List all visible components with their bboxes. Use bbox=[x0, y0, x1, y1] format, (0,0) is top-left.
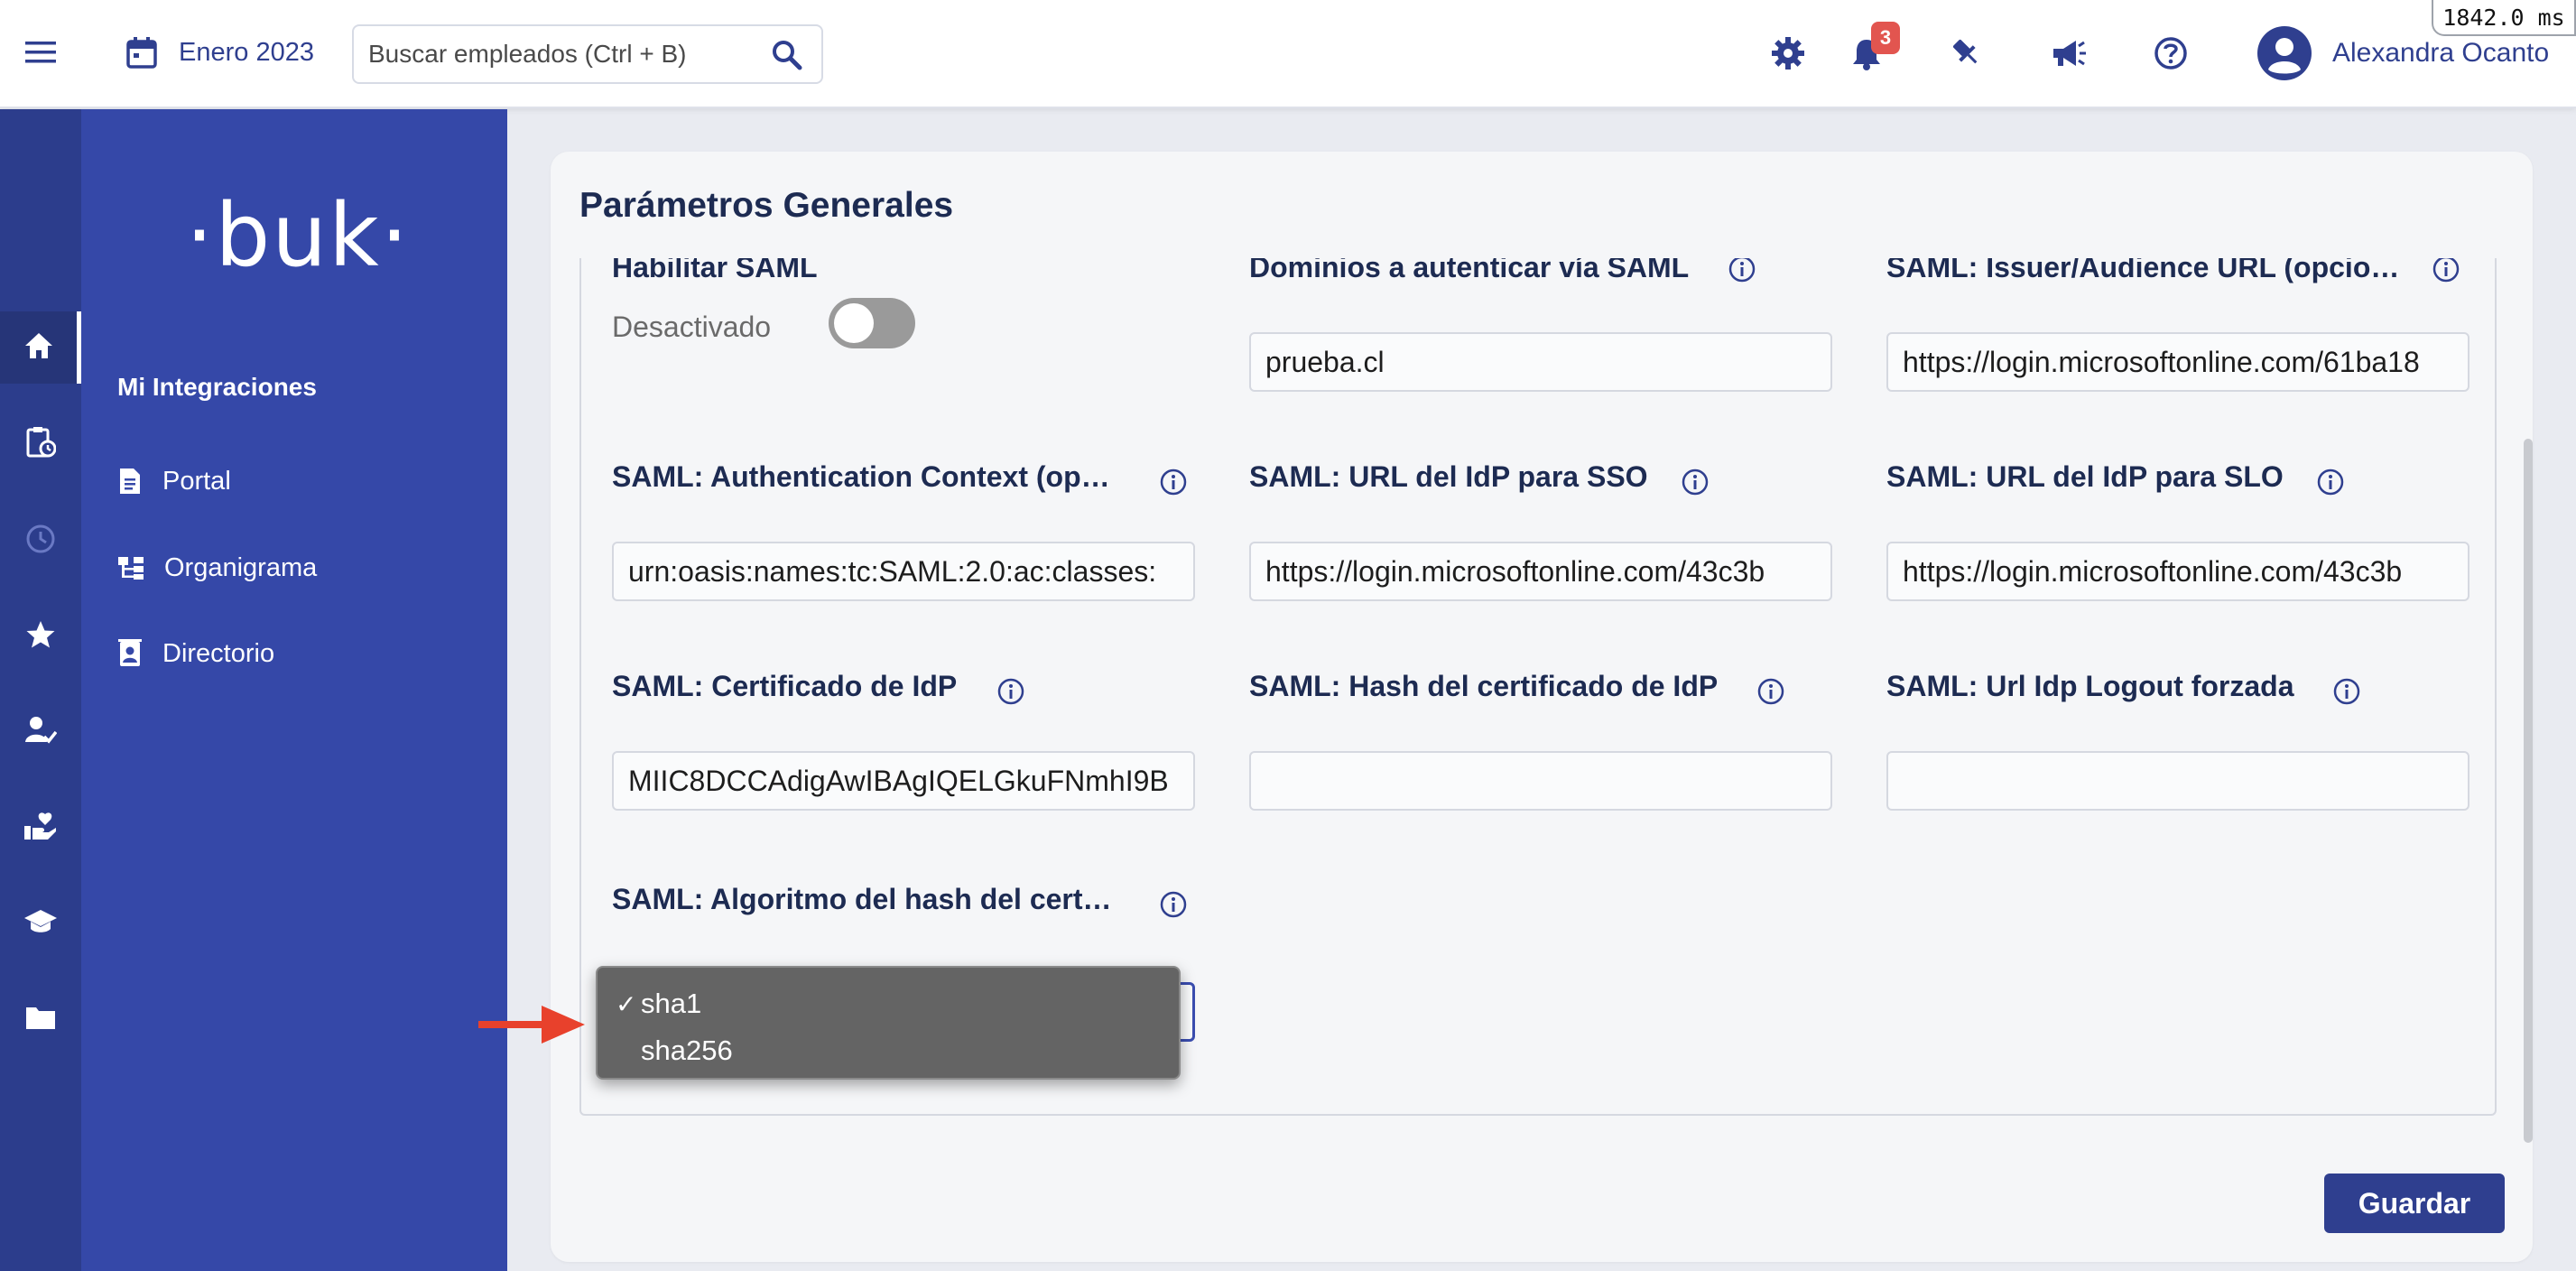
sidebar-item-portal[interactable]: Portal bbox=[117, 459, 231, 504]
field-label: SAML: URL del IdP para SSO bbox=[1249, 460, 1648, 493]
timing-readout: 1842.0 ms bbox=[2432, 0, 2576, 36]
document-icon bbox=[117, 468, 162, 495]
logout-url-field: SAML: Url Idp Logout forzada bbox=[1886, 670, 2469, 814]
enable-saml-field: Habilitar SAML Desactivado bbox=[612, 258, 1195, 377]
idp-cert-field: SAML: Certificado de IdP MIIC8DCCAdigAwI… bbox=[612, 670, 1195, 814]
field-label: SAML: Authentication Context (op… bbox=[612, 460, 1110, 493]
info-icon[interactable] bbox=[1728, 258, 1756, 283]
pin-icon[interactable] bbox=[1950, 36, 1982, 69]
home-icon bbox=[23, 331, 54, 365]
save-button[interactable]: Guardar bbox=[2324, 1174, 2505, 1233]
scrollbar-thumb[interactable] bbox=[2524, 439, 2533, 1143]
sso-url-field: SAML: URL del IdP para SSO https://login… bbox=[1249, 460, 1832, 605]
search-icon[interactable] bbox=[771, 39, 803, 76]
rail-learning[interactable] bbox=[0, 887, 81, 960]
menu-icon[interactable] bbox=[25, 40, 56, 65]
slo-url-input[interactable]: https://login.microsoftonline.com/43c3b bbox=[1886, 542, 2469, 601]
contact-book-icon bbox=[117, 639, 162, 668]
info-icon[interactable] bbox=[2332, 677, 2361, 706]
sidebar-item-organigrama[interactable]: Organigrama bbox=[117, 545, 317, 590]
info-icon[interactable] bbox=[2316, 468, 2345, 496]
icon-rail bbox=[0, 109, 81, 1271]
field-label: SAML: Issuer/Audience URL (opcio… bbox=[1886, 258, 2400, 283]
graduation-cap-icon bbox=[23, 907, 58, 941]
auth-context-field: SAML: Authentication Context (op… urn:oa… bbox=[612, 460, 1195, 605]
check-icon: ✓ bbox=[616, 989, 637, 1018]
clipboard-clock-icon bbox=[25, 425, 57, 462]
option-sha1[interactable]: ✓ sha1 bbox=[598, 980, 1179, 1027]
info-icon[interactable] bbox=[1681, 468, 1710, 496]
user-check-icon bbox=[24, 715, 58, 750]
cert-hash-field: SAML: Hash del certificado de IdP bbox=[1249, 670, 1832, 814]
star-icon bbox=[25, 619, 56, 654]
field-label: Dominios a autenticar vía SAML bbox=[1249, 258, 1690, 283]
issuer-url-input[interactable]: https://login.microsoftonline.com/61ba18 bbox=[1886, 332, 2469, 392]
annotation-arrow-icon bbox=[478, 1002, 587, 1052]
sidebar-item-directorio[interactable]: Directorio bbox=[117, 631, 274, 676]
option-sha256[interactable]: sha256 bbox=[598, 1027, 1179, 1074]
page-title: Parámetros Generales bbox=[579, 186, 954, 225]
toggle-state-text: Desactivado bbox=[612, 311, 772, 343]
top-bar: Enero 2023 3 Alexandra Ocanto 1842.0 ms bbox=[0, 0, 2576, 108]
calendar-icon bbox=[126, 36, 157, 69]
option-label: sha256 bbox=[641, 1034, 733, 1066]
avatar bbox=[2256, 25, 2312, 81]
hand-heart-icon bbox=[23, 811, 58, 846]
rail-clipboard[interactable] bbox=[0, 407, 81, 479]
issuer-url-field: SAML: Issuer/Audience URL (opcio… https:… bbox=[1886, 258, 2469, 395]
rail-home[interactable] bbox=[0, 311, 81, 384]
rail-documents[interactable] bbox=[0, 983, 81, 1055]
rail-clock[interactable] bbox=[0, 505, 81, 577]
rail-approvals[interactable] bbox=[0, 696, 81, 768]
sso-url-input[interactable]: https://login.microsoftonline.com/43c3b bbox=[1249, 542, 1832, 601]
period-selector[interactable]: Enero 2023 bbox=[126, 36, 314, 69]
sidebar-item-label: Directorio bbox=[162, 638, 275, 668]
idp-cert-input[interactable]: MIIC8DCCAdigAwIBAgIQELGkuFNmhI9B bbox=[612, 751, 1195, 811]
logout-url-input[interactable] bbox=[1886, 751, 2469, 811]
gear-icon[interactable] bbox=[1771, 36, 1805, 70]
user-name: Alexandra Ocanto bbox=[2332, 38, 2550, 68]
period-label: Enero 2023 bbox=[179, 37, 314, 67]
rail-favorites[interactable] bbox=[0, 600, 81, 673]
rail-wellbeing[interactable] bbox=[0, 792, 81, 864]
general-parameters-card: Parámetros Generales Habilitar SAML Desa… bbox=[551, 152, 2533, 1262]
field-label: SAML: URL del IdP para SLO bbox=[1886, 460, 2284, 493]
toggle-knob bbox=[834, 303, 874, 343]
field-label: SAML: Certificado de IdP bbox=[612, 670, 958, 702]
help-icon[interactable] bbox=[2154, 36, 2188, 70]
employee-search bbox=[352, 24, 823, 84]
saml-toggle[interactable] bbox=[829, 298, 915, 348]
megaphone-icon[interactable] bbox=[2051, 38, 2087, 69]
cert-hash-input[interactable] bbox=[1249, 751, 1832, 811]
folder-icon bbox=[24, 1004, 57, 1035]
slo-url-field: SAML: URL del IdP para SLO https://login… bbox=[1886, 460, 2469, 605]
field-label: Habilitar SAML bbox=[612, 258, 818, 283]
field-label: SAML: Algoritmo del hash del cert… bbox=[612, 883, 1112, 915]
info-icon[interactable] bbox=[1159, 468, 1188, 496]
domains-field: Dominios a autenticar vía SAML prueba.cl bbox=[1249, 258, 1832, 395]
sidebar-item-label: Organigrama bbox=[164, 552, 318, 582]
field-label: SAML: Url Idp Logout forzada bbox=[1886, 670, 2294, 702]
info-icon[interactable] bbox=[1159, 890, 1188, 919]
org-chart-icon bbox=[117, 555, 164, 580]
sidebar-item-label: Portal bbox=[162, 466, 231, 496]
auth-context-input[interactable]: urn:oasis:names:tc:SAML:2.0:ac:classes: bbox=[612, 542, 1195, 601]
buk-logo: ·buk· bbox=[185, 185, 411, 286]
side-panel: ·buk· Mi Integraciones Portal Organigram… bbox=[81, 109, 507, 1271]
info-icon[interactable] bbox=[996, 677, 1025, 706]
hash-algorithm-dropdown: ✓ sha1 sha256 bbox=[596, 966, 1181, 1080]
search-input[interactable] bbox=[368, 26, 756, 82]
field-label: SAML: Hash del certificado de IdP bbox=[1249, 670, 1719, 702]
notification-badge: 3 bbox=[1871, 22, 1900, 54]
option-label: sha1 bbox=[641, 988, 702, 1019]
domains-input[interactable]: prueba.cl bbox=[1249, 332, 1832, 392]
info-icon[interactable] bbox=[1756, 677, 1785, 706]
clock-icon bbox=[25, 524, 56, 559]
info-icon[interactable] bbox=[2432, 258, 2460, 283]
section-title: Mi Integraciones bbox=[117, 373, 317, 401]
